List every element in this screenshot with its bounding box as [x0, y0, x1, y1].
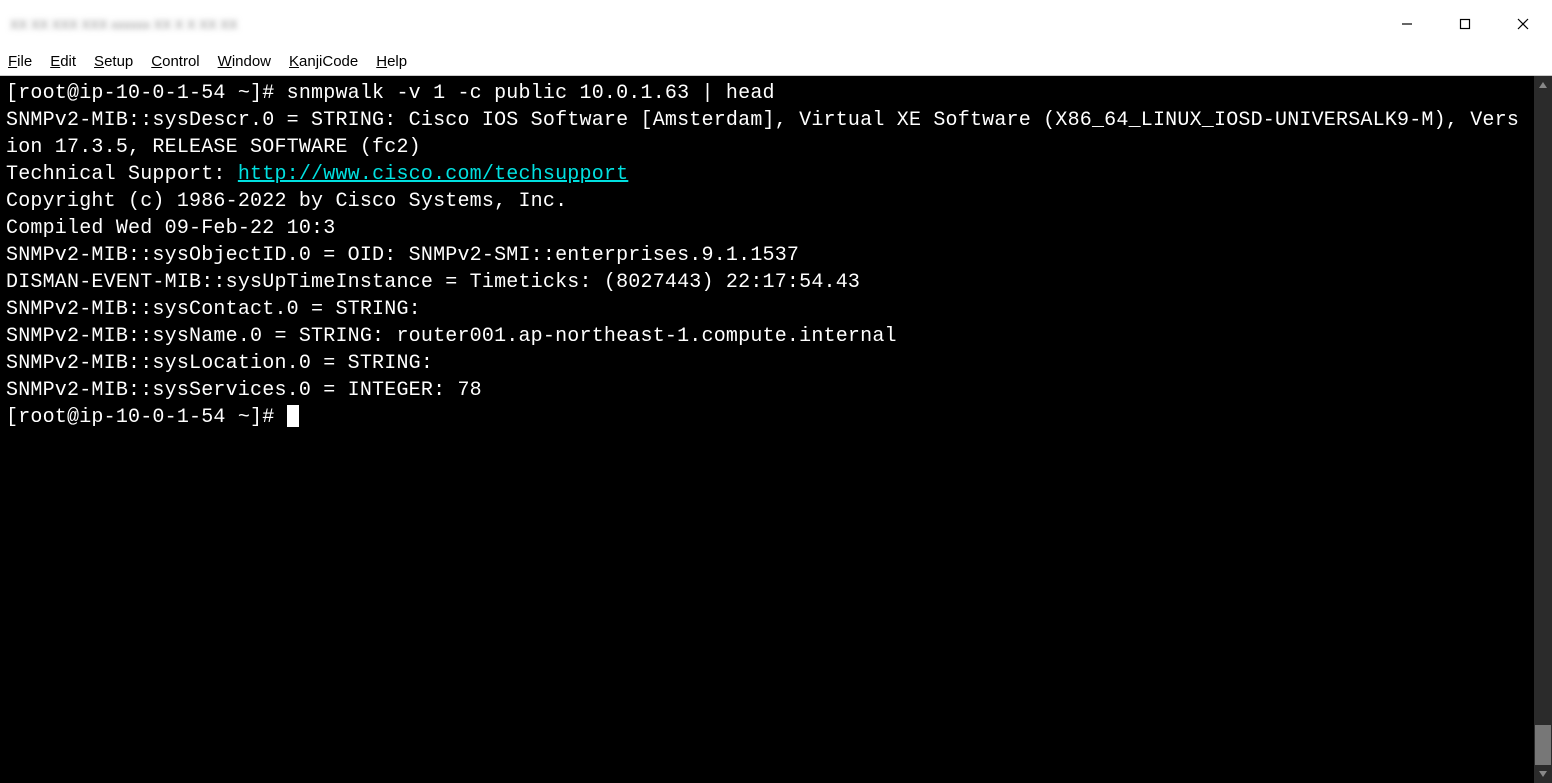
close-button[interactable] [1494, 0, 1552, 48]
cursor-icon [287, 405, 299, 427]
terminal-line: SNMPv2-MIB::sysName.0 = STRING: router00… [6, 325, 897, 348]
support-link[interactable]: http://www.cisco.com/techsupport [238, 163, 628, 186]
menu-window[interactable]: Window [218, 53, 271, 70]
scroll-up-icon[interactable] [1534, 76, 1552, 94]
scroll-thumb[interactable] [1535, 725, 1551, 765]
terminal[interactable]: [root@ip-10-0-1-54 ~]# snmpwalk -v 1 -c … [0, 76, 1534, 783]
maximize-button[interactable] [1436, 0, 1494, 48]
menu-control[interactable]: Control [151, 53, 199, 70]
scrollbar[interactable] [1534, 76, 1552, 783]
terminal-line: SNMPv2-MIB::sysServices.0 = INTEGER: 78 [6, 379, 482, 402]
terminal-line: Technical Support: http://www.cisco.com/… [6, 163, 628, 186]
minimize-button[interactable] [1378, 0, 1436, 48]
scroll-down-icon[interactable] [1534, 765, 1552, 783]
menu-help[interactable]: Help [376, 53, 407, 70]
menu-kanjicode[interactable]: KanjiCode [289, 53, 358, 70]
window-title: XX XX XXX XXX xxxxxx XX X X XX XX [10, 17, 238, 32]
terminal-line: SNMPv2-MIB::sysContact.0 = STRING: [6, 298, 421, 321]
window-controls [1378, 0, 1552, 48]
terminal-line: SNMPv2-MIB::sysObjectID.0 = OID: SNMPv2-… [6, 244, 799, 267]
menu-setup[interactable]: Setup [94, 53, 133, 70]
terminal-wrap: [root@ip-10-0-1-54 ~]# snmpwalk -v 1 -c … [0, 76, 1552, 783]
menu-edit[interactable]: Edit [50, 53, 76, 70]
terminal-line: [root@ip-10-0-1-54 ~]# snmpwalk -v 1 -c … [6, 82, 775, 105]
terminal-prompt: [root@ip-10-0-1-54 ~]# [6, 406, 287, 429]
menubar: File Edit Setup Control Window KanjiCode… [0, 48, 1552, 76]
terminal-line: SNMPv2-MIB::sysDescr.0 = STRING: Cisco I… [6, 109, 1519, 159]
terminal-line: Compiled Wed 09-Feb-22 10:3 [6, 217, 335, 240]
terminal-line: Copyright (c) 1986-2022 by Cisco Systems… [6, 190, 567, 213]
terminal-line: SNMPv2-MIB::sysLocation.0 = STRING: [6, 352, 433, 375]
terminal-line: DISMAN-EVENT-MIB::sysUpTimeInstance = Ti… [6, 271, 860, 294]
menu-file[interactable]: File [8, 53, 32, 70]
titlebar[interactable]: XX XX XXX XXX xxxxxx XX X X XX XX [0, 0, 1552, 48]
